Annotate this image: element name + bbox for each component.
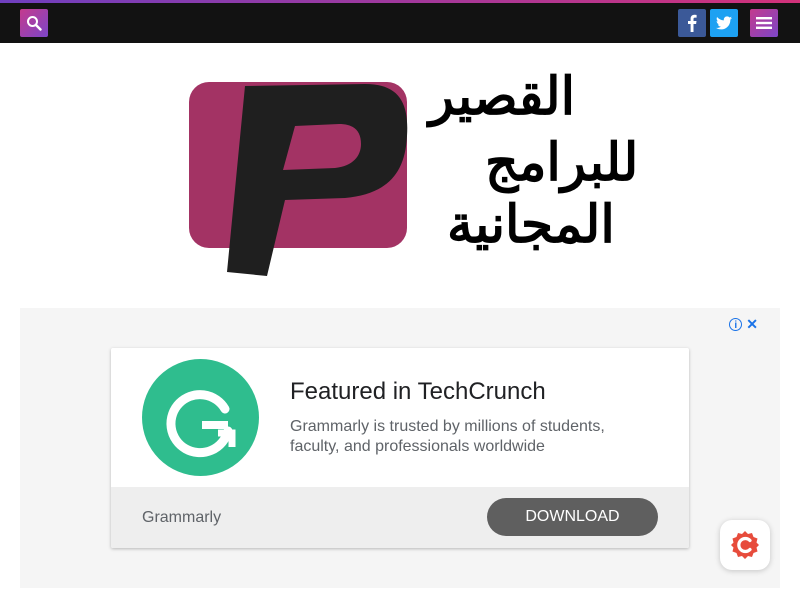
top-bar [0, 3, 800, 43]
download-button[interactable]: DOWNLOAD [487, 498, 658, 536]
floating-badge-button[interactable] [720, 520, 770, 570]
ad-choices[interactable]: i ✕ [729, 316, 758, 333]
logo-text-line-3: المجانية [447, 194, 615, 255]
ad-description: Grammarly is trusted by millions of stud… [290, 418, 605, 455]
logo-p-letter-icon [227, 84, 408, 276]
ad-footer: Grammarly DOWNLOAD [111, 487, 689, 548]
badge-icon [731, 531, 759, 559]
advertisement: i ✕ Featured in TechCrunch Grammarly is … [20, 308, 780, 588]
close-icon[interactable]: ✕ [746, 316, 758, 333]
search-button[interactable] [20, 9, 48, 37]
logo-text-line-2: للبرامج [485, 132, 639, 193]
search-icon [27, 16, 42, 31]
ad-brand-name[interactable]: Grammarly [142, 509, 221, 527]
twitter-icon [716, 16, 732, 30]
logo-text-line-1: القصير [429, 66, 576, 127]
ad-card[interactable]: Featured in TechCrunch Grammarly is trus… [111, 348, 689, 548]
hamburger-menu-icon [756, 17, 772, 29]
facebook-icon [688, 14, 697, 32]
twitter-button[interactable] [710, 9, 738, 37]
ad-title[interactable]: Featured in TechCrunch [290, 378, 546, 406]
info-icon[interactable]: i [729, 318, 743, 331]
facebook-button[interactable] [678, 9, 706, 37]
menu-button[interactable] [750, 9, 778, 37]
grammarly-logo-icon[interactable] [142, 359, 259, 476]
site-logo[interactable]: القصير للبرامج المجانية [185, 66, 710, 281]
